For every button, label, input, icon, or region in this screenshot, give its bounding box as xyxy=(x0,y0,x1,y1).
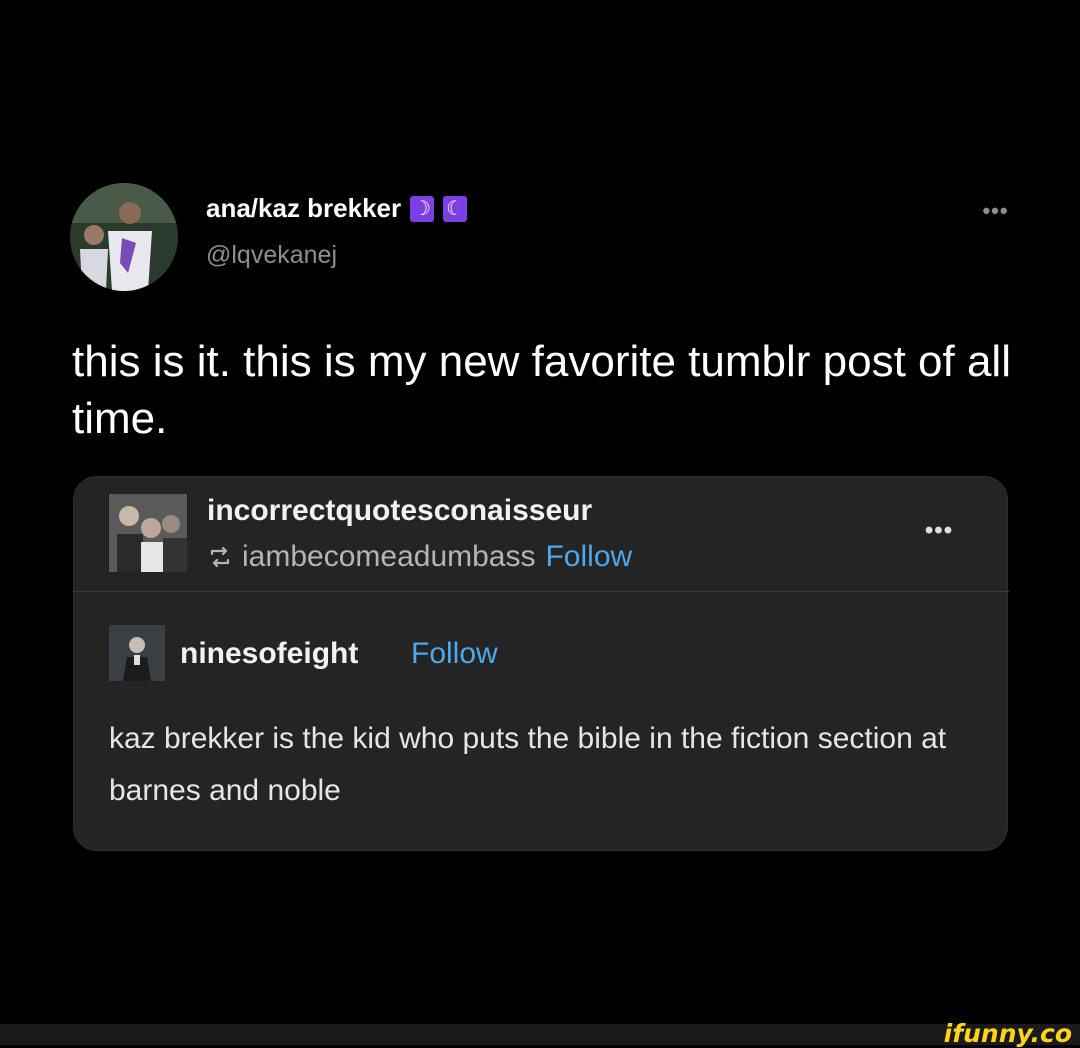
op-avatar-image xyxy=(109,625,165,681)
post-more-options-icon[interactable]: ••• xyxy=(914,517,964,544)
tumblr-post-card: incorrectquotesconaisseur iambecomeadumb… xyxy=(73,476,1009,851)
reblogger-avatar-image xyxy=(109,494,187,572)
follow-op-button[interactable]: Follow xyxy=(411,637,498,671)
moon-badge-icon: ☽ xyxy=(410,195,435,222)
op-avatar[interactable] xyxy=(109,625,165,681)
reblogger-avatar[interactable] xyxy=(109,494,187,572)
reblogger-name[interactable]: incorrectquotesconaisseur xyxy=(207,494,592,528)
bottom-bar xyxy=(0,1024,1080,1045)
reblog-icon xyxy=(207,544,233,570)
avatar-image xyxy=(70,183,178,291)
more-options-icon[interactable]: ••• xyxy=(973,198,1018,223)
post-body-text: kaz brekker is the kid who puts the bibl… xyxy=(109,722,947,807)
tweet-text: this is it. this is my new favorite tumb… xyxy=(72,337,1011,443)
reblog-header: incorrectquotesconaisseur iambecomeadumb… xyxy=(74,477,1009,592)
reblogged-from-name[interactable]: iambecomeadumbass xyxy=(242,540,535,574)
author-handle[interactable]: @lqvekanej xyxy=(206,241,337,270)
follow-reblogged-button[interactable]: Follow xyxy=(545,540,632,574)
author-avatar[interactable] xyxy=(70,183,178,291)
display-name-text: ana/kaz brekker xyxy=(206,193,402,223)
watermark-logo: ifunny.co xyxy=(943,1019,1072,1048)
reblog-source-line: iambecomeadumbass Follow xyxy=(207,540,632,574)
author-display-name[interactable]: ana/kaz brekker ☽ ☾ xyxy=(206,193,468,224)
op-name[interactable]: ninesofeight xyxy=(180,637,358,671)
moon-badge-icon: ☾ xyxy=(443,195,468,222)
